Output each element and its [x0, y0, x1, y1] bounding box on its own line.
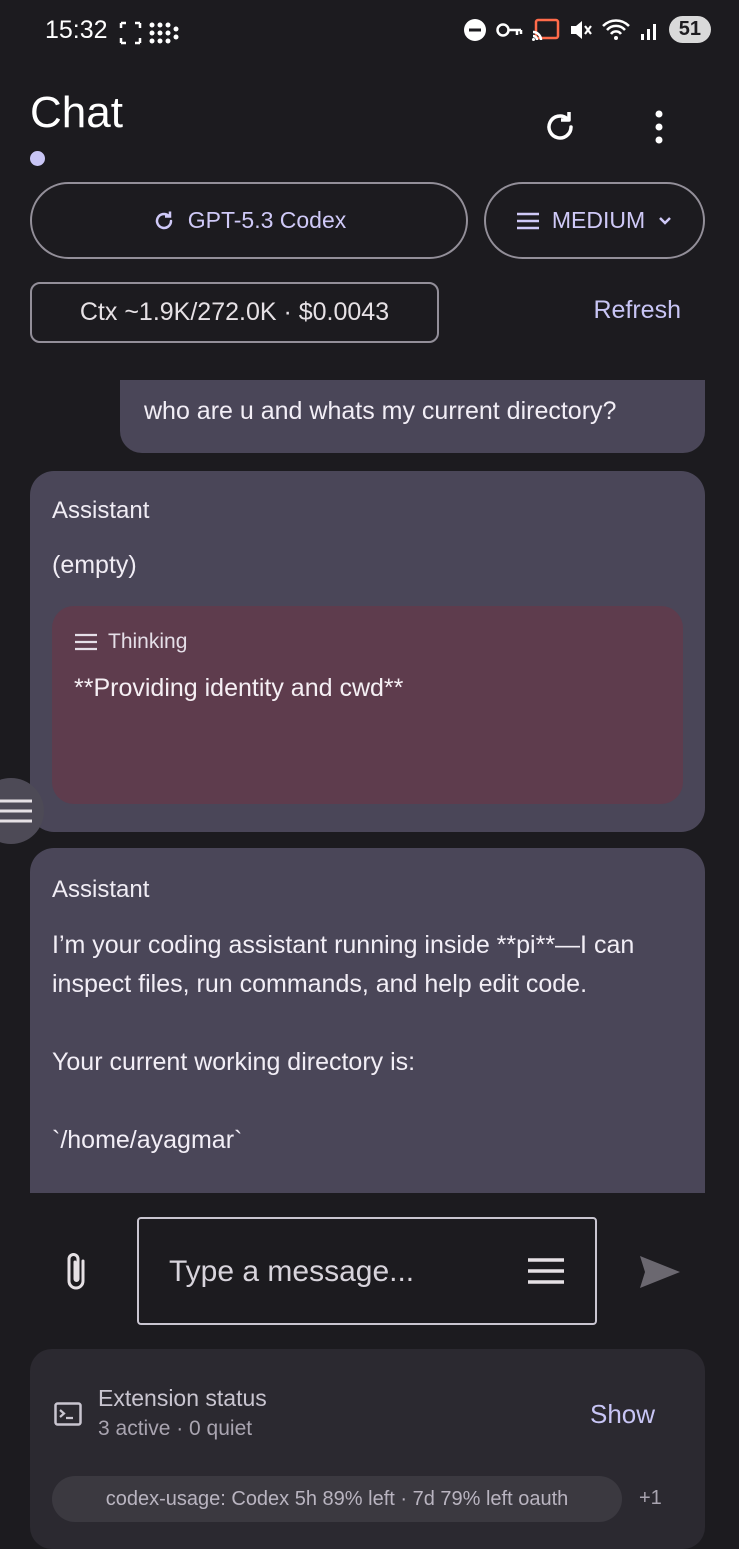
wifi-icon	[601, 18, 630, 40]
model-label: GPT-5.3 Codex	[187, 207, 347, 233]
send-icon	[640, 1256, 680, 1288]
thinking-block[interactable]: Thinking **Providing identity and cwd**	[52, 606, 683, 804]
effort-label: MEDIUM	[551, 207, 646, 233]
terminal-icon	[54, 1402, 82, 1426]
extension-status-panel: Extension status 3 active · 0 quiet Show…	[30, 1349, 705, 1549]
refresh-icon	[547, 112, 573, 140]
overflow-menu-button[interactable]	[635, 103, 683, 151]
more-vert-icon	[655, 110, 663, 144]
assistant-label: Assistant	[52, 876, 150, 903]
screen-record-icon	[118, 18, 180, 48]
dnd-icon	[463, 18, 486, 41]
context-usage-chip: Ctx ~1.9K/272.0K · $0.0043	[30, 282, 439, 343]
status-time: 15:32	[45, 16, 108, 44]
chat-message-list[interactable]: who are u and whats my current directory…	[0, 380, 739, 1193]
assistant-response-text: I’m your coding assistant running inside…	[52, 931, 635, 1154]
user-message: who are u and whats my current directory…	[120, 380, 705, 453]
battery-level: 51	[668, 16, 711, 43]
menu-icon	[516, 212, 539, 229]
assistant-content: (empty)	[52, 551, 137, 579]
show-extensions-button[interactable]: Show	[590, 1399, 655, 1430]
message-input-box[interactable]	[137, 1217, 597, 1325]
status-icons: 51	[463, 16, 711, 43]
refresh-icon	[155, 211, 172, 229]
message-input[interactable]	[167, 1249, 501, 1295]
connection-status-dot	[30, 151, 45, 166]
thinking-text: **Providing identity and cwd**	[74, 674, 404, 702]
refresh-button[interactable]: Refresh	[593, 296, 681, 325]
extension-status-summary: 3 active · 0 quiet	[98, 1417, 253, 1440]
page-title: Chat	[30, 88, 123, 137]
chevron-down-icon	[659, 216, 672, 225]
attach-button[interactable]	[51, 1247, 101, 1297]
model-selector-button[interactable]: GPT-5.3 Codex	[30, 182, 468, 259]
menu-icon	[0, 799, 32, 823]
menu-icon	[75, 633, 97, 651]
assistant-label: Assistant	[52, 497, 150, 524]
reload-button[interactable]	[536, 103, 584, 151]
vpn-key-icon	[496, 22, 522, 37]
more-extensions-count: +1	[639, 1487, 662, 1509]
cast-icon	[531, 18, 559, 41]
menu-icon	[528, 1258, 564, 1284]
effort-selector-button[interactable]: MEDIUM	[484, 182, 705, 259]
thinking-label: Thinking	[108, 630, 188, 653]
assistant-message: Assistant I’m your coding assistant runn…	[30, 848, 705, 1193]
extension-status-chip: codex-usage: Codex 5h 89% left · 7d 79% …	[52, 1476, 622, 1522]
extension-status-title: Extension status	[98, 1385, 267, 1411]
paperclip-icon	[67, 1253, 85, 1290]
assistant-message: Assistant (empty) Thinking **Providing i…	[30, 471, 705, 832]
commands-menu-button[interactable]	[522, 1247, 570, 1295]
mute-icon	[570, 20, 592, 39]
send-button[interactable]	[634, 1247, 686, 1297]
signal-icon	[640, 23, 656, 40]
